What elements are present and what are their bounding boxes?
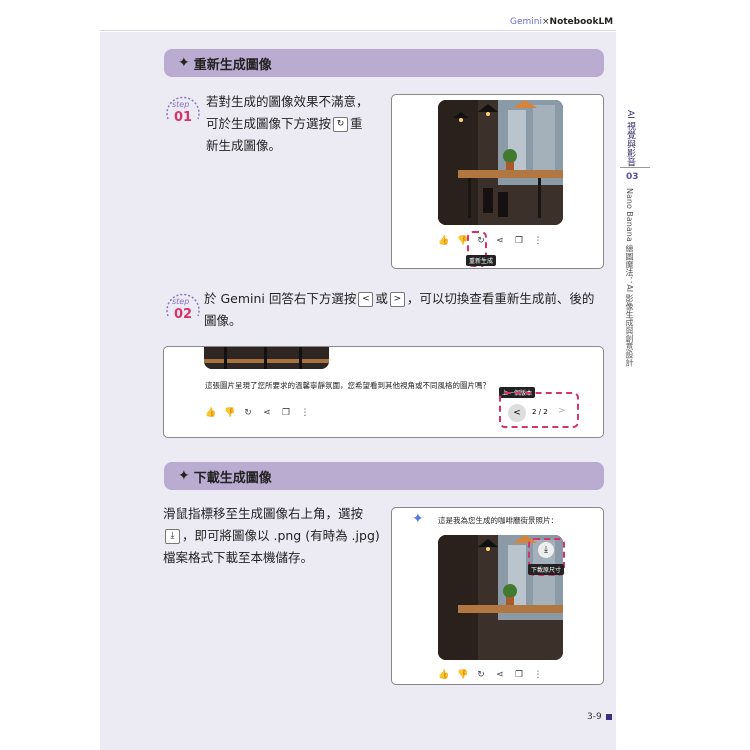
response-caption: 這是我為您生成的咖啡廳街景照片： [438, 516, 558, 525]
header-rule [100, 30, 616, 31]
gemini-sparkle-icon: ✦ [412, 511, 424, 527]
response-toolbar: 👍 👎 ↻ ⋖ ❐ ⋮ [438, 670, 543, 680]
chapter-subtitle: Nano Banana 繪圖魔法：AI 影像生成與創意設計 [625, 188, 634, 367]
next-version-button[interactable]: > [558, 406, 566, 416]
cafe-image [438, 100, 563, 225]
screenshot-version-pager: 這張圖片呈現了您所要求的溫馨寧靜氛圍，您希望看到其他視角或不同風格的圖片嗎？ 👍… [163, 346, 604, 438]
thumbs-down-icon[interactable]: 👎 [457, 670, 468, 680]
response-toolbar: 👍 👎 ↻ ⋖ ❐ ⋮ [205, 408, 310, 418]
thumbs-down-icon[interactable]: 👎 [457, 236, 468, 246]
prev-button-icon: < [358, 292, 374, 307]
page-number: 3-9 [587, 712, 612, 722]
tooltip-regenerate: 重新生成 [466, 255, 497, 266]
screenshot-regenerate: 👍 👎 ↻ ⋖ ❐ ⋮ 重新生成 [391, 94, 604, 269]
response-toolbar: 👍 👎 ↻ ⋖ ❐ ⋮ [438, 236, 543, 246]
sparkle-icon: ✦ [178, 55, 190, 71]
prev-version-button[interactable]: < [508, 404, 526, 422]
sparkle-icon: ✦ [178, 468, 190, 484]
regenerate-icon[interactable]: ↻ [243, 408, 253, 418]
share-icon[interactable]: ⋖ [495, 670, 505, 680]
chapter-number: 03 [626, 172, 639, 182]
step-badge-01: step 01 [164, 95, 202, 129]
step1-text: 若對生成的圖像效果不滿意， 可於生成圖像下方選按 ↻ 重 新生成圖像。 [206, 94, 369, 153]
regenerate-icon: ↻ [333, 117, 349, 132]
version-pager-count: 2 / 2 [532, 408, 548, 416]
more-icon[interactable]: ⋮ [533, 236, 543, 246]
section-heading-download: ✦ 下載生成圖像 [164, 462, 604, 490]
download-icon: ⤓ [165, 529, 180, 544]
section-heading-regenerate: ✦ 重新生成圖像 [164, 49, 604, 77]
copy-icon[interactable]: ❐ [514, 670, 524, 680]
thumbs-down-icon[interactable]: 👎 [224, 408, 235, 418]
tooltip-download: 下載原尺寸 [528, 564, 565, 575]
share-icon[interactable]: ⋖ [495, 236, 505, 246]
response-caption: 這張圖片呈現了您所要求的溫馨寧靜氛圍，您希望看到其他視角或不同風格的圖片嗎？ [205, 381, 490, 390]
share-icon[interactable]: ⋖ [262, 408, 272, 418]
thumbs-up-icon[interactable]: 👍 [438, 670, 449, 680]
more-icon[interactable]: ⋮ [300, 408, 310, 418]
more-icon[interactable]: ⋮ [533, 670, 543, 680]
brand-logo: Gemini×NotebookLM [510, 17, 614, 27]
cafe-image-cropped [204, 347, 329, 369]
page-marker [605, 713, 612, 720]
side-divider [620, 167, 650, 168]
step-badge-02: step 02 [164, 292, 202, 326]
step2-text: 於 Gemini 回答右下方選按 < 或 > ，可以切換查看重新生成前、後的 圖像。 [204, 291, 595, 328]
screenshot-download: ✦ 這是我為您生成的咖啡廳街景照片： ⤓ 下載原尺寸 👍 👎 ↻ ⋖ ❐ ⋮ [391, 507, 604, 685]
download-text: 滑鼠指標移至生成圖像右上角，選按 ⤓ ，即可將圖像以 .png (有時為 .jpg… [163, 506, 380, 565]
regenerate-icon[interactable]: ↻ [476, 670, 486, 680]
copy-icon[interactable]: ❐ [514, 236, 524, 246]
thumbs-up-icon[interactable]: 👍 [205, 408, 216, 418]
download-button[interactable]: ⤓ [538, 542, 554, 558]
chapter-title: AI 視覺與影音 [625, 110, 635, 167]
next-button-icon: > [389, 292, 405, 307]
thumbs-up-icon[interactable]: 👍 [438, 236, 449, 246]
copy-icon[interactable]: ❐ [281, 408, 291, 418]
